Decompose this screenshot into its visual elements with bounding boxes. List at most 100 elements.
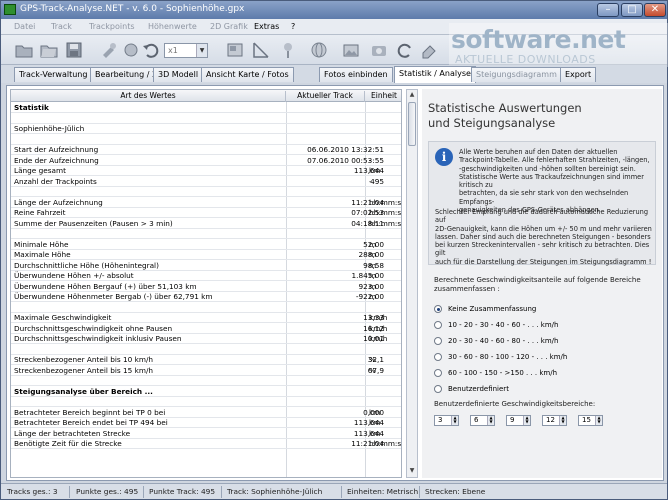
table-row[interactable]	[11, 114, 401, 124]
table-row[interactable]: Durchschnittliche Höhe (Höhenintegral) 98…	[11, 261, 401, 271]
spinner-range-4[interactable]: 12 ▲ ▼	[542, 415, 567, 426]
info-box: i Alle Werte beruhen auf den Daten der a…	[428, 141, 656, 266]
menu-hoehenwerte[interactable]: Höhenwerte	[148, 22, 197, 31]
table-row[interactable]: Betrachteter Bereich endet bei TP 494 be…	[11, 418, 401, 428]
header-aktueller-track[interactable]: Aktueller Track	[286, 91, 365, 102]
window-title: GPS-Track-Analyse.NET - v. 6.0 - Sophien…	[20, 4, 245, 14]
spinner-arrows-icon[interactable]: ▲ ▼	[523, 416, 530, 425]
header-einheit[interactable]: Einheit	[365, 91, 401, 102]
table-row[interactable]: Überwundene Höhen +/- absolut 1.845,00 m	[11, 271, 401, 281]
spinner-range-5[interactable]: 15 ▲ ▼	[578, 415, 603, 426]
table-row[interactable]: Summe der Pausenzeiten (Pausen > 3 min) 0…	[11, 219, 401, 229]
grid-scrollbar[interactable]: ▲ ▼	[406, 89, 418, 478]
scroll-down-icon[interactable]: ▼	[408, 467, 416, 476]
table-row[interactable]: Steigungsanalyse über Bereich ...	[11, 387, 401, 397]
tab-export[interactable]: Export	[560, 67, 597, 82]
menu-2d-grafik[interactable]: 2D Grafik	[210, 22, 248, 31]
image-icon[interactable]	[341, 40, 361, 60]
info-line: Alle Werte beruhen auf den Daten der akt…	[459, 148, 618, 156]
table-row[interactable]: Durchschnittsgeschwindigkeit ohne Pausen…	[11, 324, 401, 334]
table-row[interactable]: Überwundene Höhenmeter Bergab (-) über 6…	[11, 292, 401, 302]
tab-ansicht-karte[interactable]: Ansicht Karte / Fotos	[201, 67, 294, 82]
spinner-range-2[interactable]: 6 ▲ ▼	[470, 415, 495, 426]
maximize-button[interactable]: □	[621, 3, 643, 17]
table-row[interactable]	[11, 345, 401, 355]
map-tool-icon[interactable]	[225, 40, 245, 60]
radio-button[interactable]	[434, 337, 442, 345]
table-row[interactable]	[11, 135, 401, 145]
zoom-select[interactable]: x1 ▼	[164, 43, 208, 58]
menu-trackpoints[interactable]: Trackpoints	[89, 22, 135, 31]
table-row[interactable]: Länge der betrachteten Strecke 113,644 km	[11, 429, 401, 439]
minimize-button[interactable]: –	[597, 3, 619, 17]
table-row[interactable]: Streckenbezogener Anteil bis 10 km/h 32,1…	[11, 355, 401, 365]
radio-button[interactable]	[434, 369, 442, 377]
table-row[interactable]: Betrachteter Bereich beginnt bei TP 0 be…	[11, 408, 401, 418]
table-row[interactable]: Länge der Aufzeichnung 11:21:04 hh:mm:ss	[11, 198, 401, 208]
cell-einheit: hh:mm:ss	[369, 439, 402, 448]
chevron-down-icon: ▼	[196, 44, 207, 57]
open-folder-icon[interactable]	[14, 40, 34, 60]
table-row[interactable]: Länge gesamt 113,644 km	[11, 166, 401, 176]
menu-track[interactable]: Track	[51, 22, 72, 31]
info-icon: i	[435, 148, 453, 166]
open-file-icon[interactable]	[39, 40, 59, 60]
table-row[interactable]: Minimale Höhe 52,00 m	[11, 240, 401, 250]
panel-heading-line1: Statistische Auswertungen	[428, 101, 582, 115]
spinner-range-1[interactable]: 3 ▲ ▼	[434, 415, 459, 426]
globe-icon[interactable]	[309, 40, 329, 60]
table-row[interactable]	[11, 187, 401, 197]
table-row[interactable]: Start der Aufzeichnung 06.06.2010 13:32:5…	[11, 145, 401, 155]
redo-icon[interactable]	[395, 40, 415, 60]
tab-track-verwaltung[interactable]: Track-Verwaltung	[14, 67, 93, 82]
close-button[interactable]: ✕	[644, 3, 666, 17]
tab-fotos-einbinden[interactable]: Fotos einbinden	[319, 67, 393, 82]
table-row[interactable]: Ende der Aufzeichnung 07.06.2010 00:53:55…	[11, 155, 401, 166]
cell-art-des-wertes: Überwundene Höhen Bergauf (+) über 51,10…	[14, 281, 197, 291]
radio-button[interactable]	[434, 305, 442, 313]
spinner-arrows-icon[interactable]: ▲ ▼	[451, 416, 458, 425]
spinner-arrows-icon[interactable]: ▲ ▼	[595, 416, 602, 425]
header-art-des-wertes[interactable]: Art des Wertes	[11, 91, 286, 102]
menu-help[interactable]: ?	[291, 22, 295, 31]
info-tool-icon[interactable]	[121, 40, 141, 60]
eraser-icon[interactable]	[419, 40, 439, 60]
menu-extras[interactable]: Extras	[254, 22, 279, 31]
statistics-grid: Art des Wertes Aktueller Track Einheit S…	[10, 89, 402, 478]
ruler-icon[interactable]	[251, 40, 271, 60]
table-row[interactable]: Maximale Geschwindigkeit 13,33 km/h	[11, 313, 401, 323]
table-row[interactable]: Anzahl der Trackpoints 495-	[11, 177, 401, 187]
table-row[interactable]	[11, 229, 401, 239]
radio-button[interactable]	[434, 385, 442, 393]
menu-datei[interactable]: Datei	[14, 22, 35, 31]
table-row[interactable]: Sophienhöhe-Jülich	[11, 124, 401, 134]
scroll-up-icon[interactable]: ▲	[408, 91, 416, 100]
scroll-thumb[interactable]	[408, 102, 416, 146]
tool-icon[interactable]	[99, 40, 119, 60]
cell-art-des-wertes: Maximale Geschwindigkeit	[14, 313, 112, 322]
cell-einheit: -	[369, 155, 372, 165]
table-row[interactable]	[11, 303, 401, 313]
tab-3d-modell[interactable]: 3D Modell	[153, 67, 204, 82]
tab-statistik-analyse[interactable]: Statistik / Analyse	[394, 66, 476, 83]
table-row[interactable]	[11, 376, 401, 386]
cell-art-des-wertes: Länge gesamt	[14, 166, 66, 175]
spinner-arrows-icon[interactable]: ▲ ▼	[559, 416, 566, 425]
radio-button[interactable]	[434, 353, 442, 361]
spinner-range-3[interactable]: 9 ▲ ▼	[506, 415, 531, 426]
spinner-arrows-icon[interactable]: ▲ ▼	[487, 416, 494, 425]
table-row[interactable]: Überwundene Höhen Bergauf (+) über 51,10…	[11, 281, 401, 292]
undo-icon[interactable]	[141, 40, 161, 60]
table-row[interactable]: Statistik	[11, 103, 401, 113]
save-icon[interactable]	[64, 40, 84, 60]
pin-icon[interactable]	[278, 40, 298, 60]
table-row[interactable]: Durchschnittsgeschwindigkeit inklusiv Pa…	[11, 334, 401, 344]
table-row[interactable]: Maximale Höhe 288,00 m	[11, 250, 401, 260]
table-row[interactable]: Streckenbezogener Anteil bis 15 km/h 67,9…	[11, 366, 401, 376]
table-row[interactable]: Benötigte Zeit für die Strecke 11:21:04 hh…	[11, 439, 402, 449]
camera-icon[interactable]	[369, 40, 389, 60]
tab-steigungsdiagramm[interactable]: Steigungsdiagramm	[471, 67, 562, 82]
table-row[interactable]	[11, 397, 401, 407]
table-row[interactable]: Reine Fahrzeit 07:02:53 hh:mm:ss	[11, 208, 401, 218]
radio-button[interactable]	[434, 321, 442, 329]
